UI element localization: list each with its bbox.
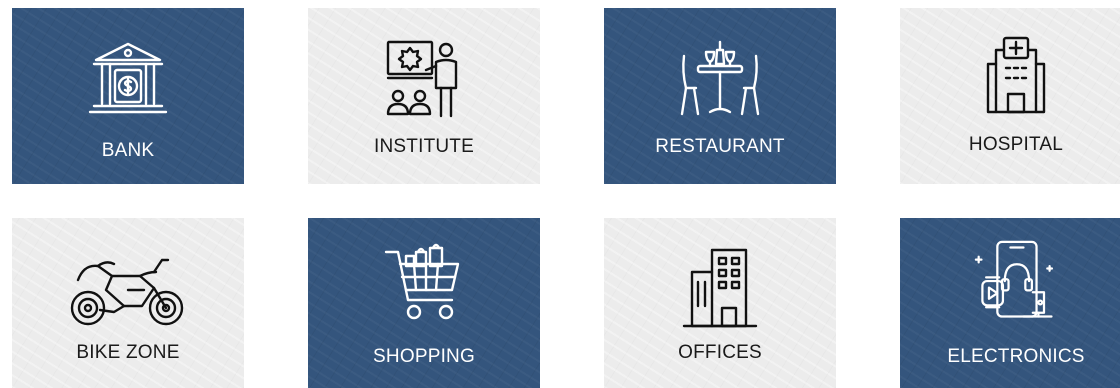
electronics-devices-icon <box>968 240 1064 324</box>
shopping-cart-icon <box>382 242 466 326</box>
category-tile-shopping[interactable]: SHOPPING <box>308 218 540 388</box>
presentation-icon <box>382 36 466 120</box>
category-label: OFFICES <box>678 342 762 363</box>
category-label: BIKE ZONE <box>76 342 180 363</box>
hospital-icon <box>974 34 1058 118</box>
category-tile-offices[interactable]: OFFICES <box>604 218 836 388</box>
category-tile-institute[interactable]: INSTITUTE <box>308 8 540 184</box>
motorbike-icon <box>68 250 188 334</box>
category-tile-hospital[interactable]: HOSPITAL <box>900 8 1120 184</box>
category-label: INSTITUTE <box>374 136 474 157</box>
category-label: BANK <box>101 140 155 161</box>
category-label: SHOPPING <box>373 346 475 367</box>
category-label: HOSPITAL <box>968 134 1064 155</box>
restaurant-table-icon <box>678 36 762 120</box>
category-label: RESTAURANT <box>655 136 785 157</box>
bank-icon <box>86 38 170 122</box>
category-tile-electronics[interactable]: ELECTRONICS <box>900 218 1120 388</box>
category-tile-bike-zone[interactable]: BIKE ZONE <box>12 218 244 388</box>
category-tile-restaurant[interactable]: RESTAURANT <box>604 8 836 184</box>
category-label: ELECTRONICS <box>947 346 1085 367</box>
category-tile-bank[interactable]: BANK <box>12 8 244 184</box>
office-building-icon <box>678 246 762 330</box>
